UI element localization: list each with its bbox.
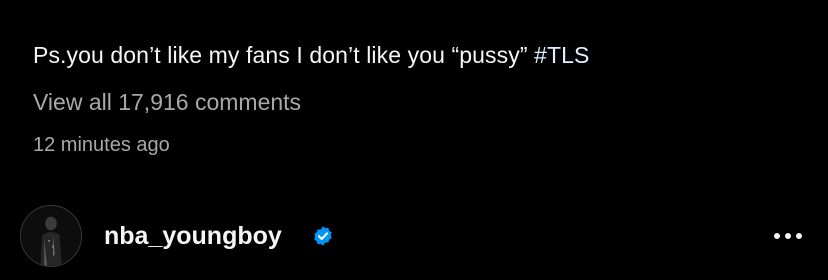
post-timestamp: 12 minutes ago [33,134,170,156]
avatar[interactable] [20,205,82,267]
post-caption: Ps.you don’t like my fans I don’t like y… [33,38,589,72]
verified-badge-icon [314,226,332,246]
author-row: nba_youngboy [20,205,810,269]
more-options-button[interactable] [768,221,808,251]
avatar-photo [21,206,81,266]
more-options-icon [774,233,802,239]
username-link[interactable]: nba_youngboy [104,219,282,253]
view-all-comments-link[interactable]: View all 17,916 comments [33,86,301,118]
caption-hashtag-link[interactable]: #TLS [534,42,589,68]
caption-text: Ps.you don’t like my fans I don’t like y… [33,42,528,68]
